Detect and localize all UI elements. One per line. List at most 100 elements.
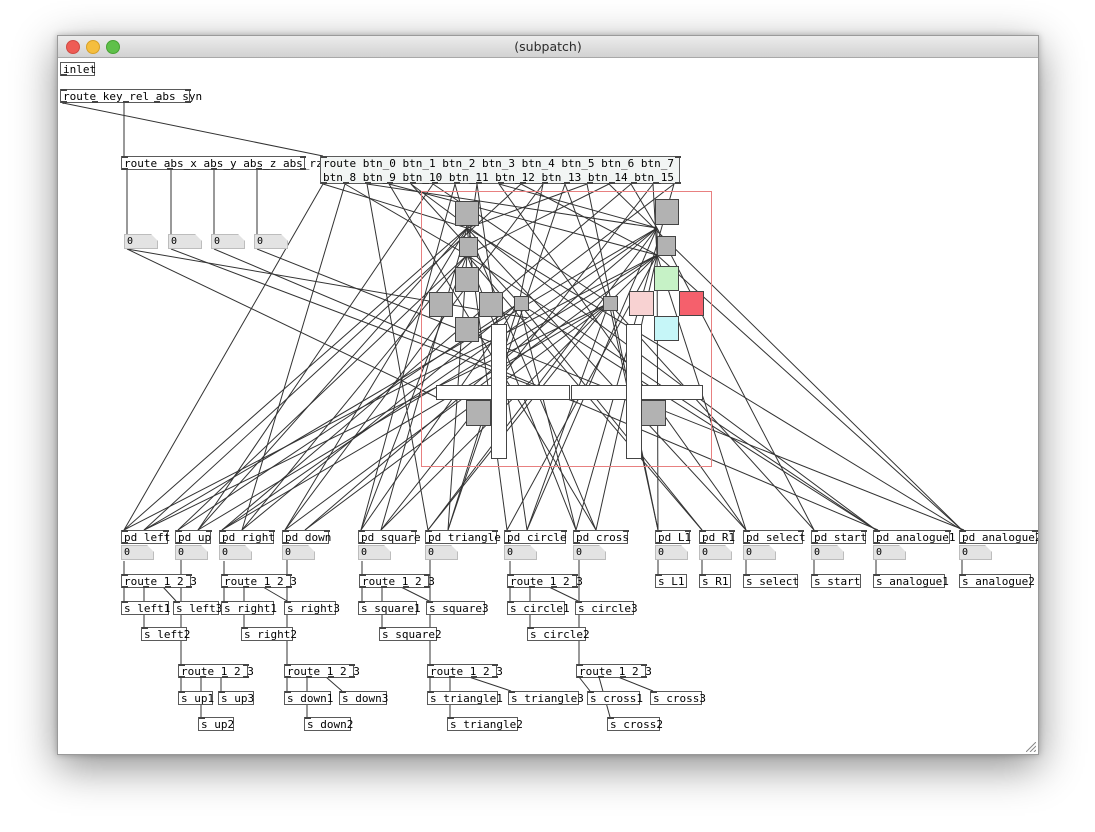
inlet-port[interactable]	[122, 574, 128, 576]
inlet-port[interactable]	[359, 530, 365, 532]
inlet-port[interactable]	[199, 717, 205, 719]
outlet-port[interactable]	[641, 676, 647, 678]
s-l1-send[interactable]: s L1	[655, 574, 687, 588]
inlet-port[interactable]	[222, 601, 228, 603]
inlet-port[interactable]	[656, 530, 662, 532]
number-box[interactable]: 0	[811, 545, 844, 560]
inlet-port[interactable]	[428, 691, 434, 693]
s-right2-send[interactable]: s right2	[241, 627, 297, 641]
route-main-object[interactable]: route key rel abs syn	[60, 89, 202, 103]
route-btn-object[interactable]: route btn_0 btn_1 btn_2 btn_3 btn_4 btn_…	[320, 156, 681, 184]
inlet-port[interactable]	[874, 530, 880, 532]
inlet-port[interactable]	[360, 574, 366, 576]
inlet-port[interactable]	[186, 574, 192, 576]
number-box[interactable]: 0	[121, 545, 154, 560]
inlet-port[interactable]	[812, 574, 818, 576]
inlet-port[interactable]	[305, 717, 311, 719]
outlet-port[interactable]	[122, 586, 128, 588]
outlet-port[interactable]	[365, 182, 371, 184]
outlet-port[interactable]	[343, 182, 349, 184]
number-box[interactable]: 0	[655, 545, 688, 560]
route-123-object[interactable]: route 1 2 3	[576, 664, 652, 678]
outlet-port[interactable]	[360, 586, 366, 588]
route-123-object[interactable]: route 1 2 3	[221, 574, 297, 588]
outlet-port[interactable]	[424, 586, 430, 588]
outlet-port[interactable]	[154, 101, 160, 103]
outlet-port[interactable]	[426, 542, 432, 544]
outlet-port[interactable]	[265, 586, 271, 588]
inlet-port[interactable]	[505, 530, 511, 532]
outlet-port[interactable]	[176, 542, 182, 544]
outlet-port[interactable]	[243, 586, 249, 588]
inlet-port[interactable]	[269, 530, 275, 532]
s-analogue2-send[interactable]: s analogue2	[959, 574, 1035, 588]
outlet-port[interactable]	[349, 676, 355, 678]
pd-right-subpatch[interactable]: pd right	[219, 530, 275, 544]
outlet-port[interactable]	[300, 168, 306, 170]
inlet-object[interactable]: inlet	[60, 62, 96, 76]
inlet-port[interactable]	[744, 530, 750, 532]
outlet-port[interactable]	[220, 542, 226, 544]
outlet-port[interactable]	[256, 168, 262, 170]
s-triangle3-send[interactable]: s triangle3	[508, 691, 584, 705]
number-box[interactable]: 0	[358, 545, 391, 560]
outlet-port[interactable]	[222, 676, 228, 678]
inlet-port[interactable]	[283, 530, 289, 532]
inlet-port[interactable]	[424, 574, 430, 576]
outlet-port[interactable]	[598, 676, 604, 678]
inlet-port[interactable]	[222, 574, 228, 576]
resize-grip-icon[interactable]	[1026, 742, 1036, 752]
outlet-port[interactable]	[675, 182, 681, 184]
inlet-port[interactable]	[492, 530, 498, 532]
outlet-port[interactable]	[167, 168, 173, 170]
square-button[interactable]	[629, 291, 654, 316]
outlet-port[interactable]	[874, 542, 880, 544]
outlet-port[interactable]	[577, 676, 583, 678]
outlet-port[interactable]	[211, 168, 217, 170]
inlet-port[interactable]	[685, 530, 691, 532]
s-triangle1-send[interactable]: s triangle1	[427, 691, 503, 705]
inlet-port[interactable]	[744, 574, 750, 576]
pd-circle-subpatch[interactable]: pd circle	[504, 530, 567, 544]
dpad-up-button-lower[interactable]	[455, 267, 479, 292]
s-triangle2-send[interactable]: s triangle2	[447, 717, 523, 731]
s-down3-send[interactable]: s down3	[339, 691, 388, 705]
inlet-port[interactable]	[285, 601, 291, 603]
inlet-port[interactable]	[285, 664, 291, 666]
outlet-port[interactable]	[243, 676, 249, 678]
pd-analogue1-subpatch[interactable]: pd analogue1	[873, 530, 955, 544]
inlet-port[interactable]	[675, 156, 681, 158]
outlet-port[interactable]	[542, 182, 548, 184]
route-123-object[interactable]: route 1 2 3	[121, 574, 197, 588]
inlet-port[interactable]	[641, 664, 647, 666]
inlet-port[interactable]	[700, 574, 706, 576]
s-circle3-send[interactable]: s circle3	[575, 601, 638, 615]
inlet-port[interactable]	[321, 156, 327, 158]
outlet-port[interactable]	[403, 586, 409, 588]
inlet-port[interactable]	[300, 156, 306, 158]
outlet-port[interactable]	[572, 586, 578, 588]
analogue1-button[interactable]	[466, 400, 491, 426]
triangle-top-button[interactable]	[655, 199, 679, 225]
outlet-port[interactable]	[122, 542, 128, 544]
number-box[interactable]: 0	[504, 545, 537, 560]
number-box[interactable]: 0	[211, 234, 245, 249]
s-down1-send[interactable]: s down1	[284, 691, 333, 705]
s-r1-send[interactable]: s R1	[699, 574, 731, 588]
r1-button[interactable]	[657, 236, 676, 256]
s-cross1-send[interactable]: s cross1	[587, 691, 643, 705]
number-box[interactable]: 0	[282, 545, 315, 560]
inlet-port[interactable]	[509, 691, 515, 693]
outlet-port[interactable]	[123, 101, 129, 103]
inlet-port[interactable]	[651, 691, 657, 693]
outlet-port[interactable]	[631, 182, 637, 184]
number-box[interactable]: 0	[124, 234, 158, 249]
outlet-port[interactable]	[328, 676, 334, 678]
s-start-send[interactable]: s start	[811, 574, 861, 588]
outlet-port[interactable]	[529, 586, 535, 588]
outlet-port[interactable]	[306, 676, 312, 678]
number-box[interactable]: 0	[959, 545, 992, 560]
s-cross3-send[interactable]: s cross3	[650, 691, 706, 705]
outlet-port[interactable]	[551, 586, 557, 588]
left-vertical-slider[interactable]	[491, 324, 507, 459]
